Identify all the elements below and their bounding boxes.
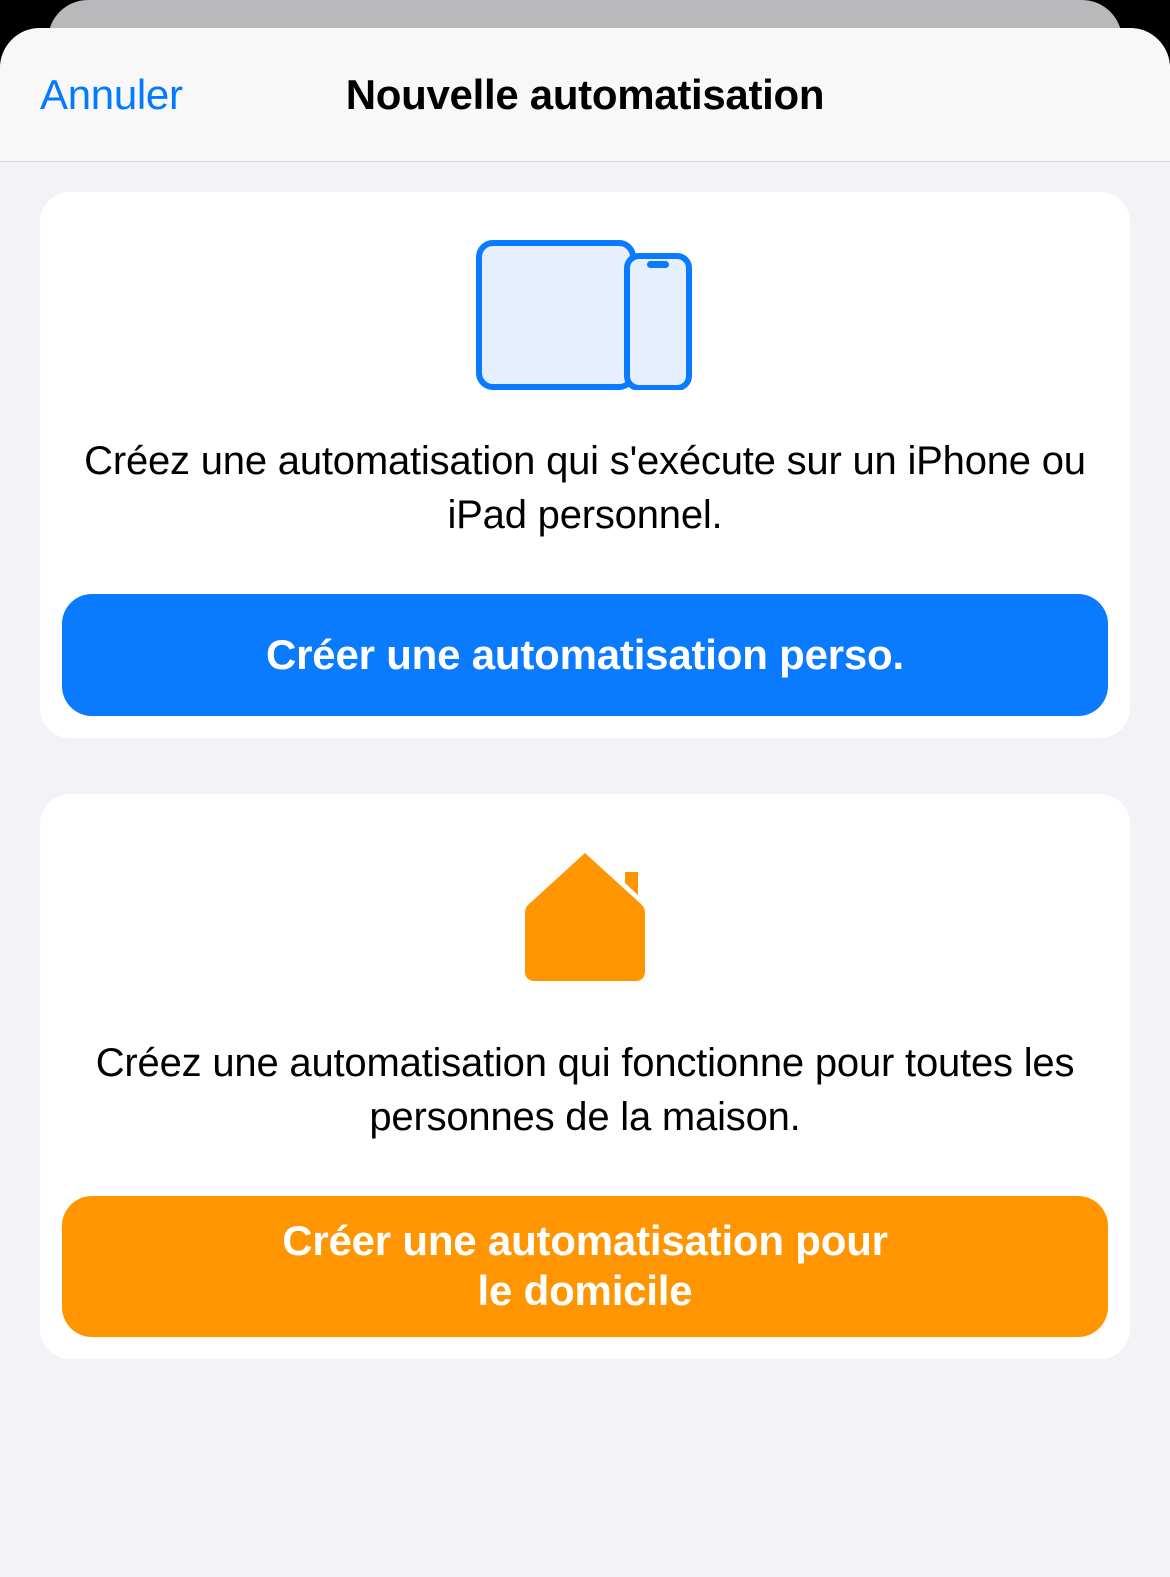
home-description: Créez une automatisation qui fonctionne … [62, 1036, 1108, 1144]
modal-sheet-stack: Annuler Nouvelle automatisation Créez un… [0, 0, 1170, 1577]
cancel-button[interactable]: Annuler [40, 71, 183, 119]
devices-icon [62, 240, 1108, 390]
personal-automation-card: Créez une automatisation qui s'exécute s… [40, 192, 1130, 738]
content-area: Créez une automatisation qui s'exécute s… [0, 162, 1170, 1359]
modal-sheet: Annuler Nouvelle automatisation Créez un… [0, 28, 1170, 1577]
home-automation-card: Créez une automatisation qui fonctionne … [40, 794, 1130, 1359]
create-home-automation-button[interactable]: Créer une automatisation pour le domicil… [62, 1196, 1108, 1337]
home-icon [62, 842, 1108, 992]
create-personal-automation-button[interactable]: Créer une automatisation perso. [62, 594, 1108, 716]
personal-description: Créez une automatisation qui s'exécute s… [62, 434, 1108, 542]
navigation-bar: Annuler Nouvelle automatisation [0, 28, 1170, 162]
